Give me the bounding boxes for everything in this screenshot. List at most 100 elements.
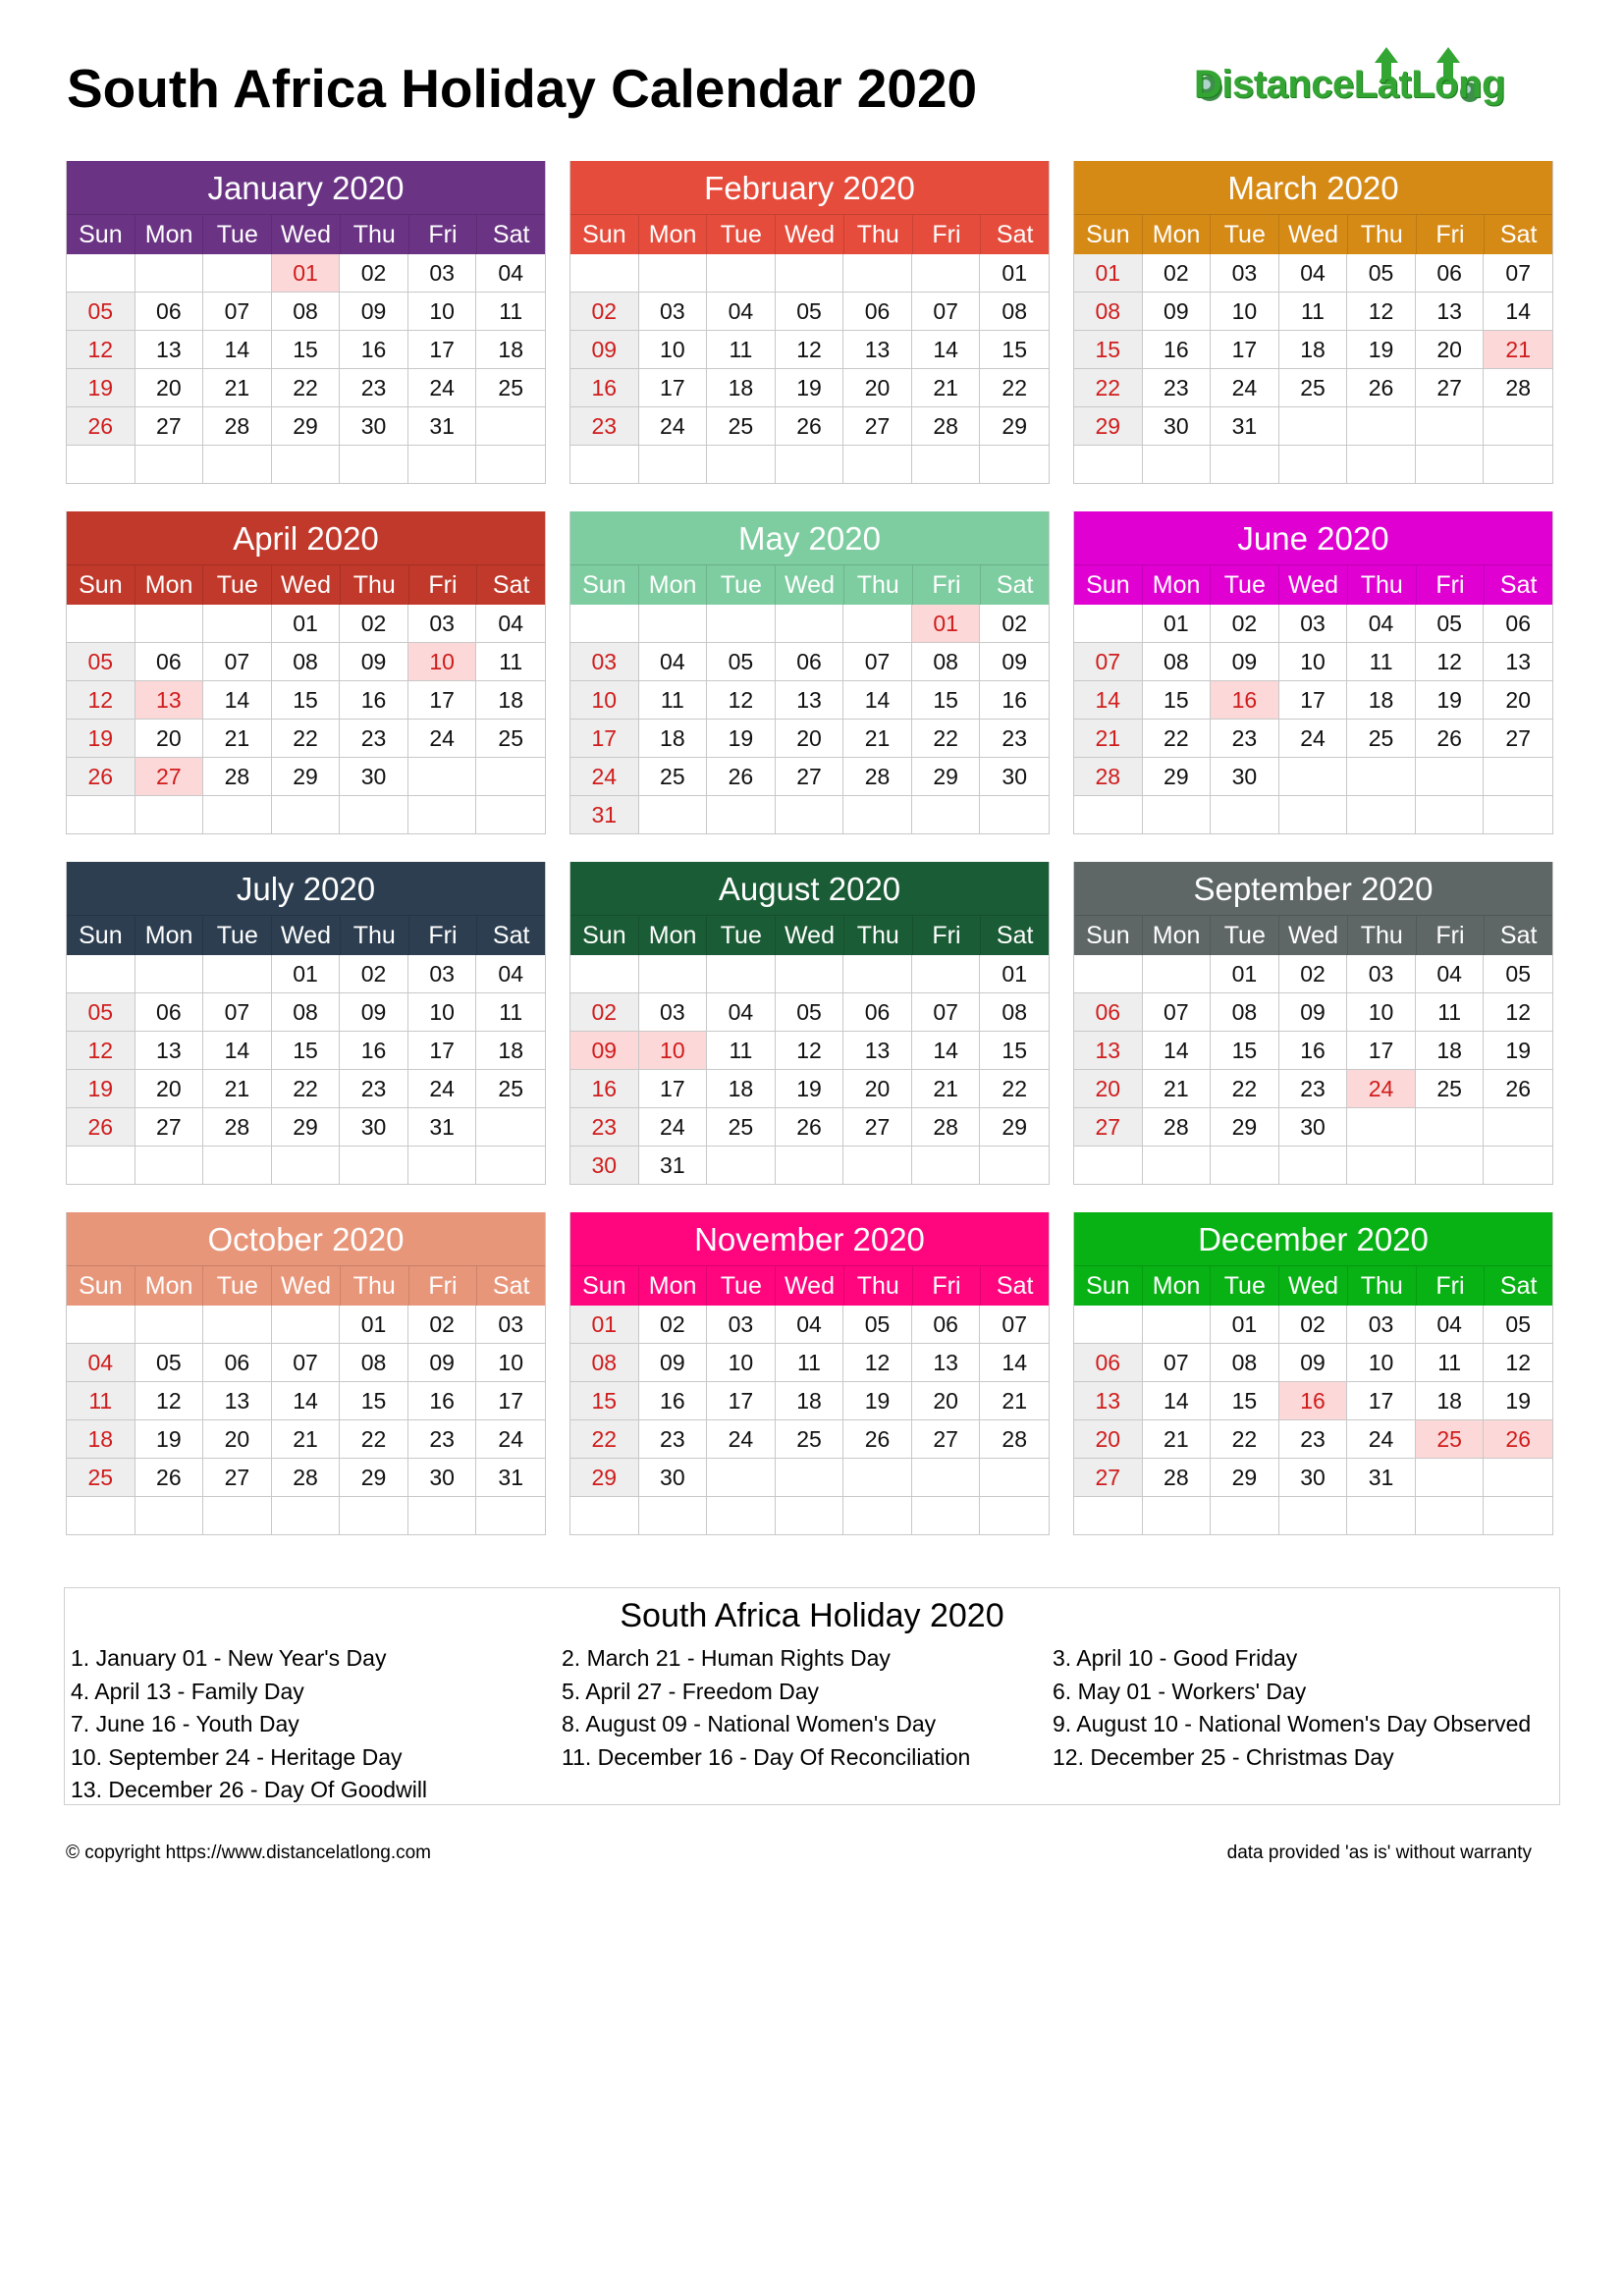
day-cell: 28 (911, 1108, 981, 1147)
day-cell: 07 (911, 293, 981, 331)
weekday-label: Fri (911, 565, 981, 605)
weekday-label: Fri (1415, 565, 1485, 605)
day-cell: 04 (1415, 1306, 1485, 1344)
empty-day-cell (340, 446, 408, 484)
day-cell: 23 (340, 720, 408, 758)
empty-day-cell (271, 1306, 341, 1344)
day-cell: 18 (707, 1070, 776, 1108)
holiday-list-item: 6. May 01 - Workers' Day (1053, 1678, 1307, 1704)
weekday-header: Sun Mon Tue Wed Thu Fri Sat (67, 1265, 545, 1306)
day-cell: 15 (340, 1382, 408, 1420)
day-cell: 06 (843, 993, 912, 1032)
day-cell: 09 (340, 293, 408, 331)
weekday-label: Wed (271, 1266, 340, 1306)
empty-day-cell (67, 446, 135, 484)
day-cell: 03 (476, 1306, 545, 1344)
day-cell: 05 (1347, 254, 1416, 293)
empty-day-cell (1142, 446, 1212, 484)
day-cell: 10 (1347, 993, 1416, 1032)
day-cell: 12 (1415, 643, 1485, 681)
sunday-day-cell: 19 (67, 1070, 135, 1108)
day-cell: 14 (911, 1032, 981, 1070)
sunday-day-cell: 26 (67, 407, 135, 446)
day-cell: 13 (1484, 643, 1552, 681)
day-cell: 15 (980, 1032, 1049, 1070)
day-cell: 27 (775, 758, 844, 796)
sunday-day-cell: 09 (570, 331, 639, 369)
day-cell: 22 (1211, 1070, 1279, 1108)
empty-day-cell (1142, 955, 1212, 993)
day-cell: 24 (1347, 1420, 1416, 1459)
day-cell: 13 (203, 1382, 272, 1420)
day-cell: 22 (271, 1070, 341, 1108)
day-cell: 14 (203, 681, 272, 720)
weekday-label: Wed (271, 565, 340, 605)
day-cell: 13 (775, 681, 844, 720)
day-cell: 07 (271, 1344, 341, 1382)
empty-day-cell (1415, 1147, 1485, 1185)
day-cell: 04 (476, 254, 545, 293)
holiday-day-cell: 21 (1484, 331, 1552, 369)
weekday-label: Tue (706, 565, 775, 605)
empty-day-cell (135, 1147, 204, 1185)
empty-day-cell (980, 1459, 1049, 1497)
day-cell: 26 (775, 1108, 844, 1147)
sunday-day-cell: 06 (1074, 993, 1143, 1032)
holiday-list-item: 9. August 10 - National Women's Day Obse… (1053, 1711, 1532, 1736)
day-cell: 15 (911, 681, 981, 720)
day-cell: 13 (135, 331, 204, 369)
day-cell: 03 (638, 993, 708, 1032)
day-cell: 23 (1142, 369, 1212, 407)
empty-day-cell (911, 955, 981, 993)
sunday-day-cell: 13 (1074, 1032, 1143, 1070)
day-cell: 30 (980, 758, 1049, 796)
day-cell: 03 (707, 1306, 776, 1344)
day-cell: 15 (1211, 1032, 1279, 1070)
day-cell: 12 (1484, 993, 1552, 1032)
day-cell: 27 (843, 1108, 912, 1147)
day-cell: 03 (1347, 1306, 1416, 1344)
weekday-header: Sun Mon Tue Wed Thu Fri Sat (67, 915, 545, 955)
day-cell: 06 (135, 993, 204, 1032)
day-cell: 20 (203, 1420, 272, 1459)
empty-day-cell (775, 446, 844, 484)
empty-day-cell (1484, 446, 1552, 484)
empty-day-cell (407, 1497, 477, 1535)
empty-day-cell (1484, 1147, 1552, 1185)
day-cell: 31 (1347, 1459, 1416, 1497)
weekday-label: Thu (339, 916, 408, 955)
day-cell: 17 (476, 1382, 545, 1420)
sunday-day-cell: 25 (67, 1459, 135, 1497)
empty-day-cell (570, 605, 639, 643)
day-cell: 08 (980, 993, 1049, 1032)
day-cell: 03 (638, 293, 708, 331)
day-grid: 01 02 03 04 05 06 07 08 09 10 11 12 13 14 15 16 17 18 19 20… (1074, 1306, 1552, 1535)
empty-day-cell (570, 446, 639, 484)
holiday-list-item: 3. April 10 - Good Friday (1053, 1645, 1298, 1671)
empty-day-cell (843, 796, 912, 834)
day-cell: 11 (476, 993, 545, 1032)
month-calendar: September 2020 Sun Mon Tue Wed Thu Fri Sat 01 02 0… (1073, 862, 1553, 1185)
day-cell: 21 (911, 1070, 981, 1108)
weekday-header: Sun Mon Tue Wed Thu Fri Sat (570, 1265, 1049, 1306)
sunday-day-cell: 13 (1074, 1382, 1143, 1420)
day-cell: 03 (1347, 955, 1416, 993)
weekday-label: Tue (1210, 916, 1278, 955)
empty-day-cell (980, 1497, 1049, 1535)
day-cell: 27 (135, 407, 204, 446)
day-cell: 21 (1142, 1420, 1212, 1459)
holiday-day-cell: 13 (135, 681, 204, 720)
distancelatlong-logo[interactable]: DistanceLatLong (1194, 45, 1534, 120)
empty-day-cell (1074, 446, 1143, 484)
weekday-label: Thu (842, 215, 912, 254)
empty-day-cell (843, 1147, 912, 1185)
day-cell: 15 (271, 681, 341, 720)
day-cell: 27 (1484, 720, 1552, 758)
day-cell: 17 (407, 331, 477, 369)
day-cell: 06 (135, 293, 204, 331)
month-title: May 2020 (570, 511, 1049, 564)
day-cell: 08 (271, 643, 341, 681)
day-cell: 09 (340, 643, 408, 681)
day-cell: 26 (135, 1459, 204, 1497)
day-cell: 22 (911, 720, 981, 758)
